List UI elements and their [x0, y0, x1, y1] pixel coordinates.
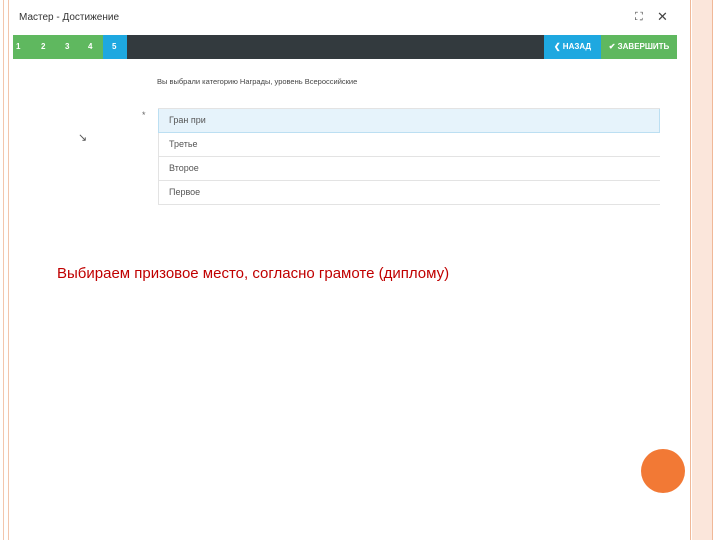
frame-line: [690, 0, 691, 540]
option-second[interactable]: Второе: [158, 157, 660, 181]
frame-band: [692, 0, 712, 540]
step-2[interactable]: 2: [41, 35, 45, 59]
step-3[interactable]: 3: [65, 35, 69, 59]
maximize-icon[interactable]: ⛶: [635, 11, 643, 24]
finish-button[interactable]: ✔ ЗАВЕРШИТЬ: [601, 35, 677, 59]
option-first[interactable]: Первое: [158, 181, 660, 205]
frame-line: [3, 0, 4, 540]
frame-line: [8, 0, 9, 540]
option-grand-prix[interactable]: Гран при: [158, 109, 660, 133]
back-button[interactable]: ❮ НАЗАД: [544, 35, 601, 59]
window-title: Мастер - Достижение: [19, 12, 120, 23]
step-1[interactable]: 1: [16, 35, 20, 59]
selection-info: Вы выбрали категорию Награды, уровень Вс…: [157, 77, 358, 86]
required-mark: *: [142, 110, 146, 120]
option-third[interactable]: Третье: [158, 133, 660, 157]
slide: Мастер - Достижение ⛶ ✕ 1 2 3 4 5 ❮ НАЗА…: [0, 0, 720, 540]
close-icon[interactable]: ✕: [657, 9, 668, 25]
decorative-circle: [641, 449, 685, 493]
wizard-step-bar: 1 2 3 4 5 ❮ НАЗАД ✔ ЗАВЕРШИТЬ: [13, 35, 677, 59]
step-5[interactable]: 5: [112, 35, 116, 59]
arrow-icon: ↘: [78, 132, 88, 144]
prize-place-list: Гран при Третье Второе Первое: [158, 108, 660, 205]
instruction-caption: Выбираем призовое место, согласно грамот…: [57, 265, 450, 282]
step-4[interactable]: 4: [88, 35, 92, 59]
frame-line: [712, 0, 713, 540]
